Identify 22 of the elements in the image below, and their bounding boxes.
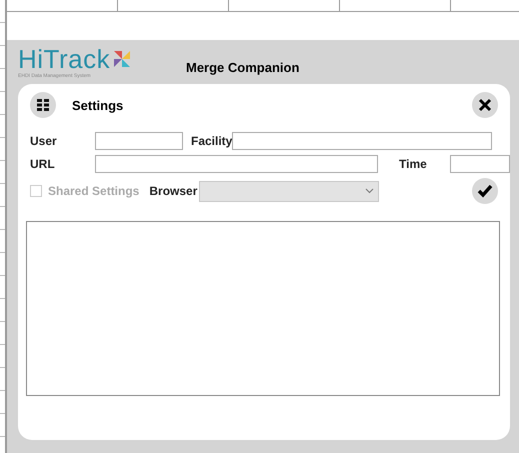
field-label: Time bbox=[398, 156, 428, 170]
checkbox-label: Shared Settings bbox=[48, 184, 140, 198]
input-field[interactable] bbox=[450, 154, 510, 172]
confirm-button[interactable] bbox=[472, 178, 498, 204]
grid-icon bbox=[36, 98, 50, 112]
chevron-down-icon bbox=[365, 188, 374, 194]
close-icon bbox=[478, 98, 492, 112]
app-title: Merge Companion bbox=[186, 60, 300, 74]
browser-dropdown[interactable] bbox=[199, 180, 380, 202]
logo-icon bbox=[112, 49, 132, 69]
input-field[interactable] bbox=[232, 132, 492, 150]
field-label: URL bbox=[30, 156, 56, 170]
input-field[interactable] bbox=[95, 154, 378, 172]
logo-text: HiTrack bbox=[18, 45, 110, 73]
input-field[interactable] bbox=[95, 132, 183, 150]
checkmark-icon bbox=[477, 184, 493, 198]
field-label: User bbox=[30, 134, 58, 148]
field-label: Browser bbox=[149, 184, 198, 198]
menu-button[interactable] bbox=[30, 92, 56, 118]
close-button[interactable] bbox=[472, 92, 498, 118]
field-label: Facility bbox=[190, 134, 232, 148]
dialog-title: Settings bbox=[72, 98, 124, 112]
